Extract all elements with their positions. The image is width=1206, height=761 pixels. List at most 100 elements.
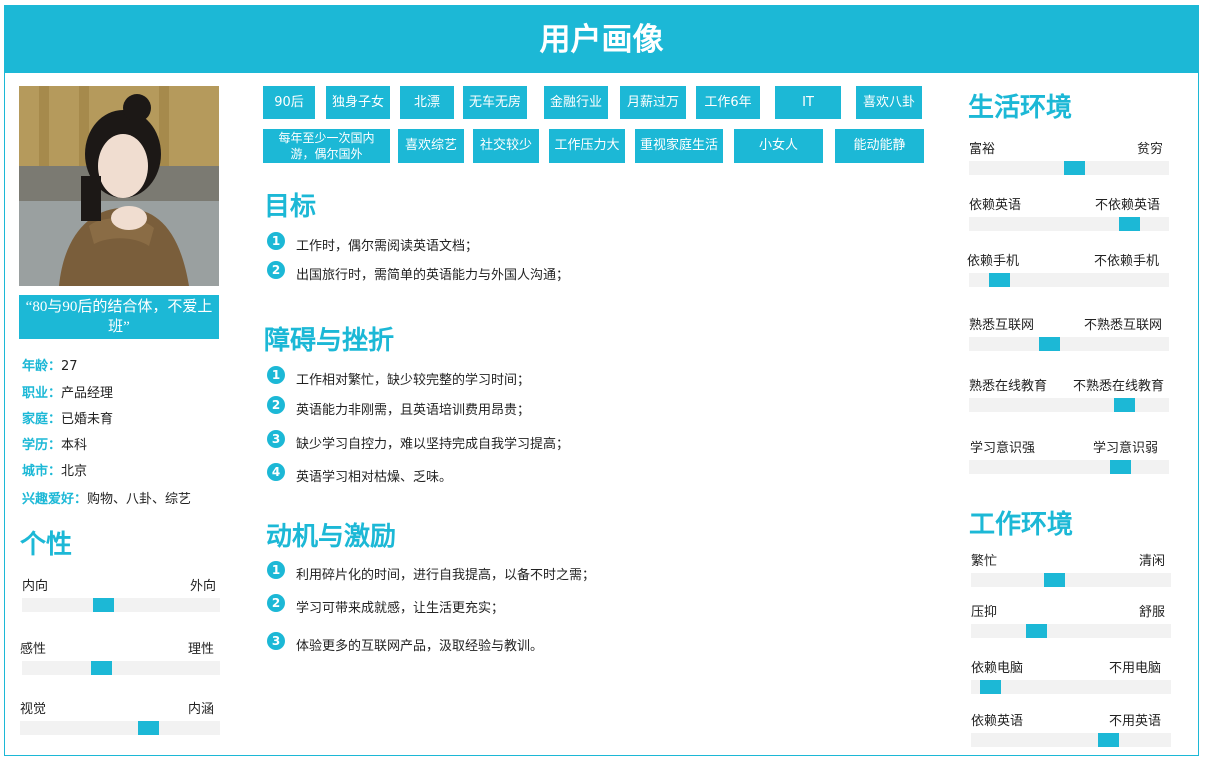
slider-knob [1114,398,1135,412]
info-hobbies: 兴趣爱好：购物、八卦、综艺 [22,488,191,507]
info-value: 27 [61,359,78,374]
slider-left-label: 依赖英语 [969,198,1022,213]
page-title: 用户画像 [539,22,664,58]
tag: 90后 [263,86,315,119]
slider-knob [1098,733,1119,747]
tag: IT [775,86,841,119]
slider-left-label: 熟悉互联网 [969,318,1035,333]
tag: 社交较少 [473,129,539,163]
tag: 重视家庭生活 [635,129,723,163]
slider-right-label: 不依赖英语 [1095,198,1161,213]
section-title-goals: 目标 [264,192,317,222]
slider-track [969,161,1169,175]
slider-track [22,598,220,612]
section-title-life: 生活环境 [968,93,1073,123]
slider-right-label: 不熟悉互联网 [1084,318,1163,333]
slider-right-label: 理性 [188,642,215,657]
tag: 月薪过万 [620,86,686,119]
tag: 北漂 [400,86,454,119]
slider-right-label: 不用电脑 [1109,661,1162,676]
section-title-motivation: 动机与激励 [266,522,397,552]
slider-knob [1026,624,1047,638]
slider-left-label: 富裕 [969,142,996,157]
slider-knob [1119,217,1140,231]
info-label: 职业： [22,386,62,401]
info-label: 年龄： [22,359,62,374]
info-value: 已婚未育 [61,412,114,427]
motivation-item: 利用碎片化的时间，进行自我提高，以备不时之需； [296,568,596,583]
slider-track [969,273,1169,287]
persona-photo [19,86,219,286]
slider-left-label: 依赖英语 [971,714,1024,729]
number-badge: 2 [267,261,285,279]
info-job: 职业：产品经理 [22,382,113,401]
slider-track [971,680,1171,694]
slider-right-label: 内涵 [188,702,215,717]
slider-right-label: 舒服 [1139,605,1166,620]
tag: 工作6年 [696,86,760,119]
info-value: 北京 [61,464,88,479]
number-badge: 1 [267,561,285,579]
slider-left-label: 依赖手机 [967,254,1020,269]
tag: 每年至少一次国内游，偶尔国外 [263,129,390,163]
slider-left-label: 熟悉在线教育 [969,379,1048,394]
slider-left-label: 感性 [20,642,47,657]
number-badge: 1 [267,366,285,384]
number-badge: 1 [267,232,285,250]
slider-left-label: 繁忙 [971,554,998,569]
tag: 金融行业 [544,86,608,119]
slider-knob [1064,161,1085,175]
slider-knob [980,680,1001,694]
slider-track [969,460,1169,474]
slider-track [969,217,1169,231]
slider-left-label: 学习意识强 [970,441,1036,456]
section-title-personality: 个性 [20,530,73,560]
tag: 小女人 [734,129,823,163]
slider-track [969,337,1169,351]
section-title-obstacles: 障碍与挫折 [264,326,395,356]
slider-knob [1110,460,1131,474]
info-label: 家庭： [22,412,62,427]
info-education: 学历：本科 [22,434,87,453]
info-city: 城市：北京 [22,460,87,479]
info-family: 家庭：已婚未育 [22,408,113,427]
slider-right-label: 不熟悉在线教育 [1073,379,1165,394]
motivation-item: 学习可带来成就感，让生活更充实； [296,601,505,616]
slider-knob [989,273,1010,287]
slider-track [971,573,1171,587]
slider-right-label: 外向 [190,579,217,594]
slider-track [20,721,220,735]
info-label: 学历： [22,438,62,453]
number-badge: 4 [267,463,285,481]
motivation-item: 体验更多的互联网产品，汲取经验与教训。 [296,639,544,654]
slider-track [969,398,1169,412]
slider-left-label: 视觉 [20,702,47,717]
info-age: 年龄：27 [22,355,78,374]
slider-right-label: 清闲 [1139,554,1166,569]
slider-track [22,661,220,675]
info-value: 购物、八卦、综艺 [87,492,192,507]
section-title-work: 工作环境 [969,510,1074,540]
number-badge: 2 [267,594,285,612]
number-badge: 3 [267,632,285,650]
slider-right-label: 不依赖手机 [1094,254,1160,269]
slider-knob [138,721,159,735]
goal-item: 工作时，偶尔需阅读英语文档； [296,239,479,254]
slider-left-label: 内向 [22,579,49,594]
info-value: 本科 [61,438,88,453]
slider-knob [93,598,114,612]
slider-left-label: 依赖电脑 [971,661,1024,676]
persona-quote: “80与90后的结合体，不爱上班” [19,295,219,339]
slider-right-label: 学习意识弱 [1093,441,1159,456]
obstacle-item: 英语学习相对枯燥、乏味。 [296,470,453,485]
header-bar: 用户画像 [4,5,1199,73]
goal-item: 出国旅行时，需简单的英语能力与外国人沟通； [296,268,570,283]
slider-track [971,733,1171,747]
info-label: 兴趣爱好： [22,492,88,507]
slider-track [971,624,1171,638]
info-value: 产品经理 [61,386,114,401]
info-label: 城市： [22,464,62,479]
tag: 喜欢综艺 [398,129,464,163]
obstacle-item: 缺少学习自控力，难以坚持完成自我学习提高； [296,437,570,452]
slider-knob [1039,337,1060,351]
